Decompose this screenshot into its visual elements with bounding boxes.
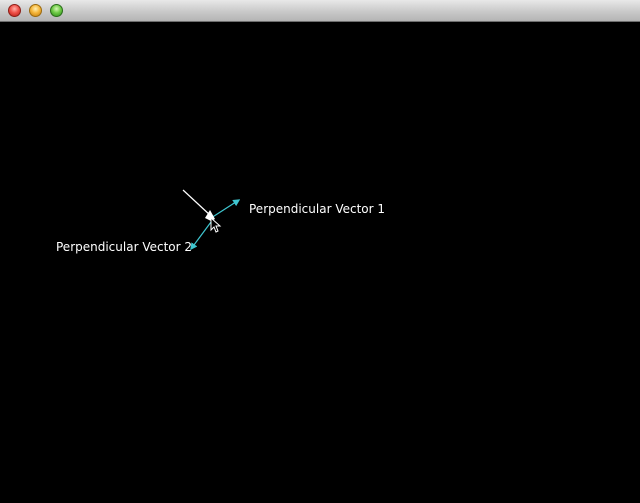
perpendicular-vector-2 — [190, 221, 212, 251]
title-bar[interactable] — [0, 0, 640, 22]
perpendicular-vector-1 — [210, 199, 241, 219]
perpendicular-vector-1-label: Perpendicular Vector 1 — [249, 202, 386, 216]
vector-scene — [182, 189, 241, 251]
minimize-button[interactable] — [29, 4, 42, 17]
zoom-button[interactable] — [50, 4, 63, 17]
perpendicular-vector-2-label: Perpendicular Vector 2 — [56, 240, 193, 254]
main-vector — [182, 189, 212, 217]
close-button[interactable] — [8, 4, 21, 17]
drawing-canvas[interactable]: Perpendicular Vector 1 Perpendicular Vec… — [0, 22, 640, 503]
pointer-cursor-icon — [210, 216, 222, 233]
app-window: Perpendicular Vector 1 Perpendicular Vec… — [0, 0, 640, 503]
